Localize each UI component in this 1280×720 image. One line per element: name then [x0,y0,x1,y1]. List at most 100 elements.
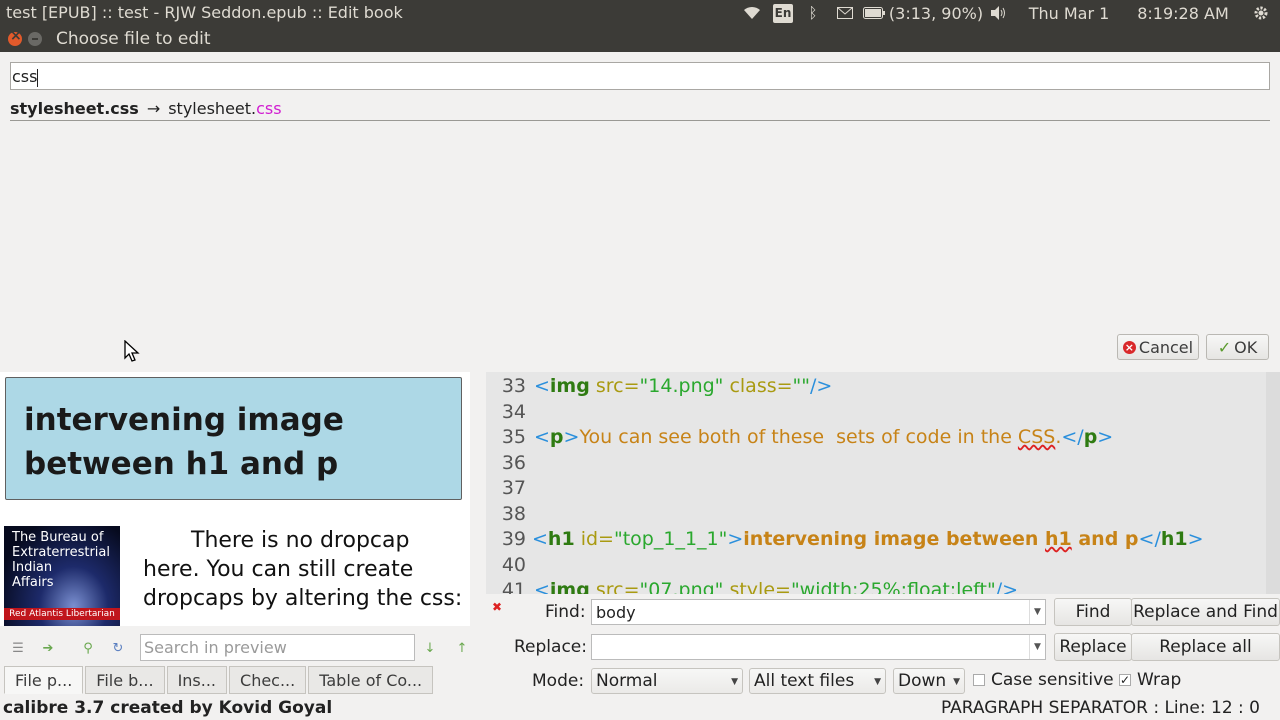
battery-status[interactable]: (3:13, 90%) [888,0,984,26]
code-token: style= [723,579,791,594]
line-number: 35 [501,426,526,448]
checkbox-box-checked: ✓ [1119,673,1131,687]
arrow-down-icon[interactable]: ↓ [420,638,440,658]
find-button[interactable]: Find [1054,598,1132,626]
line-number: 39 [501,528,526,550]
line-number: 33 [501,375,526,397]
wrap-checkbox[interactable]: ✓ Wrap [1119,670,1181,690]
arrow-up-icon[interactable]: ↑ [452,638,472,658]
book-preview[interactable]: intervening image between h1 and p The B… [0,372,470,626]
close-icon[interactable]: ✖ [492,600,502,614]
preview-heading-line: intervening image [24,402,344,438]
close-icon[interactable] [8,28,22,46]
preview-heading: intervening image between h1 and p [5,377,462,500]
code-token: /> [995,579,1019,594]
tab-table-of-contents[interactable]: Table of Co... [308,666,434,694]
mode-select-value: Normal [596,671,658,691]
scope-select[interactable]: All text files ▼ [749,668,886,694]
find-input[interactable]: body ▼ [591,599,1046,625]
replace-all-button[interactable]: Replace all [1131,633,1280,661]
file-result-row[interactable]: stylesheet.css → stylesheet. css [10,96,1270,121]
cover-text: Indian [12,560,53,575]
tab-file-browser[interactable]: File b... [85,666,165,694]
tab-file-preview[interactable]: File p... [4,666,84,694]
arrow-right-icon[interactable]: ➔ [38,638,58,658]
code-text: <h1 id="top_1_1_1">intervening image bet… [532,528,1204,552]
wifi-icon[interactable] [734,0,770,26]
direction-select-value: Down [898,671,947,691]
ok-label: OK [1234,337,1258,357]
ok-button[interactable]: ✓ OK [1206,334,1269,360]
inspect-icon[interactable]: ⚲ [78,638,98,658]
replace-and-find-button[interactable]: Replace and Find [1131,598,1280,626]
code-token: img [549,375,590,397]
line-number: 36 [501,452,526,474]
cover-strip-text: Red Atlantis Libertarian [4,608,120,620]
file-search-input[interactable]: css [10,62,1270,90]
code-token: "14.png" [639,375,724,397]
chevron-down-icon[interactable]: ▼ [1029,635,1045,659]
minimize-icon[interactable] [28,32,42,46]
volume-icon[interactable] [984,0,1014,26]
chevron-down-icon[interactable]: ▼ [1029,600,1045,624]
chevron-down-icon: ▼ [731,677,738,687]
replace-input[interactable]: ▼ [591,634,1046,660]
choose-file-dialog: css stylesheet.css → stylesheet. css × Can… [0,52,1280,372]
preview-paragraph: There is no dropcap here. You can still … [143,528,463,611]
code-token: h1 [547,528,575,550]
file-search-value: css [12,67,38,86]
status-credit: calibre 3.7 created by Kovid Goyal [3,698,333,718]
cover-text: The Bureau of [12,530,104,545]
code-token: h1 [1160,528,1188,550]
code-token: class= [723,375,793,397]
cover-text: Extraterrestrial [12,545,110,560]
code-token: src= [589,579,640,594]
status-cursor-info: PARAGRAPH SEPARATOR : Line: 12 : 0 [940,698,1260,718]
status-bar: calibre 3.7 created by Kovid Goyal PARAG… [0,696,1280,720]
tab-inspector[interactable]: Ins... [166,666,228,694]
date-display[interactable]: Thu Mar 1 [1014,0,1124,26]
clock-display[interactable]: 8:19:28 AM [1124,0,1242,26]
code-text: <p>You can see both of these sets of cod… [534,426,1113,450]
find-input-value: body [596,603,636,622]
code-line: 37 [486,477,526,501]
battery-icon[interactable] [860,0,888,26]
gear-icon[interactable] [1242,0,1280,26]
cancel-label: Cancel [1138,337,1194,357]
code-text: <img src="07.png" style="width:25%;float… [534,579,1018,594]
cancel-button[interactable]: × Cancel [1117,334,1199,360]
line-number: 38 [501,503,526,525]
code-editor[interactable]: 33 <img src="14.png" class=""/> 34 35 <p… [486,372,1280,594]
wrap-label: Wrap [1137,670,1182,690]
mode-select[interactable]: Normal ▼ [591,668,743,694]
spellcheck-flagged-word: h1 [1045,528,1072,550]
refresh-icon[interactable]: ↻ [108,638,128,658]
code-line: 39 <h1 id="top_1_1_1">intervening image … [486,528,1204,552]
scope-select-value: All text files [754,671,855,691]
book-cover-image: The Bureau of Extraterrestrial Indian Af… [4,526,120,626]
sync-icon[interactable]: ☰ [8,638,28,658]
case-sensitive-checkbox[interactable]: Case sensitive [973,670,1114,690]
mouse-pointer-icon [124,340,140,362]
bluetooth-icon[interactable]: ᛒ [796,0,830,26]
code-line: 33 <img src="14.png" class=""/> [486,375,833,399]
code-token: /> [810,375,833,397]
replace-label: Replace: [514,637,587,657]
code-token: > [563,426,580,448]
direction-select[interactable]: Down ▼ [893,668,965,694]
mail-icon[interactable] [830,0,860,26]
result-match-prefix: stylesheet. [168,98,257,118]
code-token: You can see both of these sets of code i… [579,426,1018,448]
preview-search-input[interactable]: Search in preview [140,634,415,661]
code-token: > [1097,426,1114,448]
code-token: and p [1071,528,1139,550]
line-number: 34 [501,401,526,423]
keyboard-layout-icon[interactable]: En [770,0,796,26]
tab-check-book[interactable]: Chec... [229,666,307,694]
editor-scrollbar[interactable] [1266,372,1280,594]
code-token: "" [792,375,811,397]
code-token: < [534,426,550,448]
code-token: "width:25%;float:left" [790,579,996,594]
replace-button[interactable]: Replace [1054,633,1132,661]
code-line: 41 <img src="07.png" style="width:25%;fl… [486,579,1018,594]
